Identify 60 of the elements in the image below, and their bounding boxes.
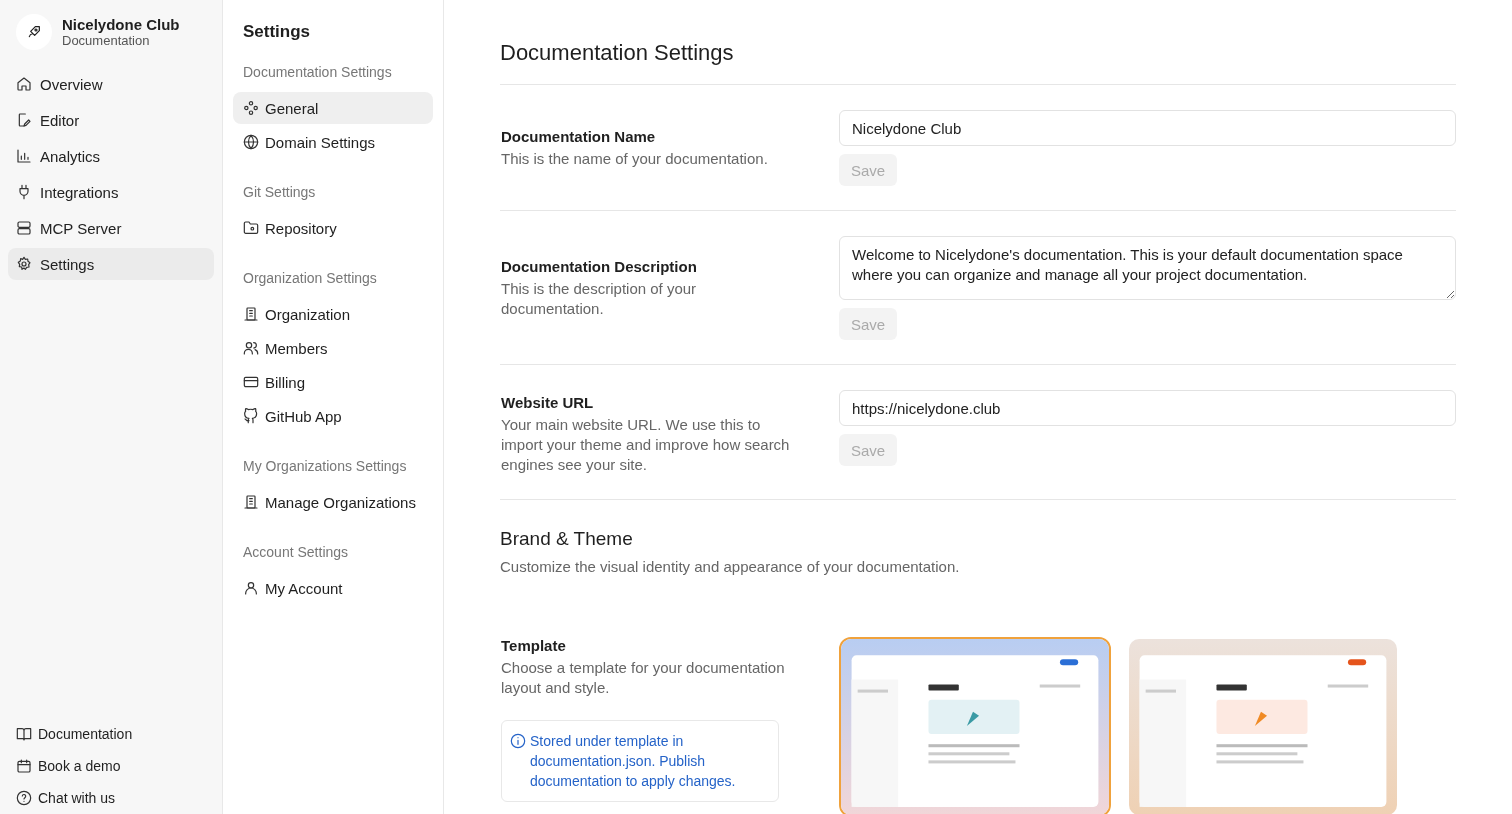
text-area[interactable]: Welcome to Nicelydone's documentation. This is your default documentation space where you can organize and manage all your project documentation.: [839, 236, 1456, 300]
footer-link[interactable]: Book a demo: [8, 750, 214, 782]
field-description: This is the description of your documentation.: [501, 279, 698, 319]
field-description: Choose a template for your documentation layout and style.: [501, 658, 786, 698]
sidebar-item[interactable]: Editor: [8, 104, 214, 136]
field-description: This is the name of your documentation.: [501, 149, 769, 169]
page-title: Documentation Settings: [500, 40, 1456, 85]
settings-nav-item[interactable]: Domain Settings: [233, 126, 433, 158]
nodes-icon: [243, 100, 259, 116]
help-icon: [16, 790, 32, 806]
github-icon: [243, 408, 259, 424]
group-label: Git Settings: [242, 183, 317, 202]
settings-nav-item[interactable]: Manage Organizations: [233, 486, 433, 518]
credit-card-icon: [243, 374, 259, 390]
field-label: Documentation Name: [501, 128, 657, 145]
users-icon: [243, 340, 259, 356]
edit-icon: [16, 112, 32, 128]
group-label: My Organizations Settings: [242, 457, 408, 476]
org-subtitle: Documentation: [62, 33, 151, 48]
settings-nav-item[interactable]: GitHub App: [233, 400, 433, 432]
bar-chart-icon: [16, 148, 32, 164]
info-text: Stored under template in documentation.json. Publish documentation to apply changes.: [530, 732, 737, 791]
sidebar-item[interactable]: Analytics: [8, 140, 214, 172]
settings-nav-item[interactable]: General: [233, 92, 433, 124]
settings-title: Settings: [242, 21, 312, 43]
user-icon: [243, 580, 259, 596]
building-icon: [243, 494, 259, 510]
settings-nav-item[interactable]: Organization: [233, 298, 433, 330]
sidebar-item[interactable]: Settings: [8, 248, 214, 280]
field-label: Website URL: [501, 394, 595, 411]
plug-icon: [16, 184, 32, 200]
calendar-icon: [16, 758, 32, 774]
sidebar-item[interactable]: MCP Server: [8, 212, 214, 244]
sidebar-item[interactable]: Overview: [8, 68, 214, 100]
footer-link[interactable]: Documentation: [8, 718, 214, 750]
building-icon: [243, 306, 259, 322]
group-label: Account Settings: [242, 543, 350, 562]
book-icon: [16, 726, 32, 742]
field-description: Your main website URL. We use this to import your theme and improve how search engines see your site.: [501, 415, 791, 475]
field-label: Template: [501, 637, 567, 654]
server-icon: [16, 220, 32, 236]
info-icon: [510, 733, 526, 749]
footer-link[interactable]: Chat with us: [8, 782, 214, 814]
globe-icon: [243, 134, 259, 150]
settings-nav-item[interactable]: Billing: [233, 366, 433, 398]
section-title: Brand & Theme: [500, 528, 634, 550]
group-label: Documentation Settings: [242, 63, 393, 82]
group-label: Organization Settings: [242, 269, 378, 288]
home-icon: [16, 76, 32, 92]
settings-nav-item[interactable]: Members: [233, 332, 433, 364]
sidebar-item[interactable]: Integrations: [8, 176, 214, 208]
org-name: Nicelydone Club: [62, 16, 180, 33]
settings-nav-item[interactable]: My Account: [233, 572, 433, 604]
text-field[interactable]: Nicelydone Club: [839, 110, 1456, 146]
settings-icon: [16, 256, 32, 272]
text-field[interactable]: https://nicelydone.club: [839, 390, 1456, 426]
settings-nav-item[interactable]: Repository: [233, 212, 433, 244]
field-label: Documentation Description: [501, 258, 698, 275]
folder-icon: [243, 220, 259, 236]
section-subtitle: Customize the visual identity and appearance of your documentation.: [500, 558, 961, 575]
